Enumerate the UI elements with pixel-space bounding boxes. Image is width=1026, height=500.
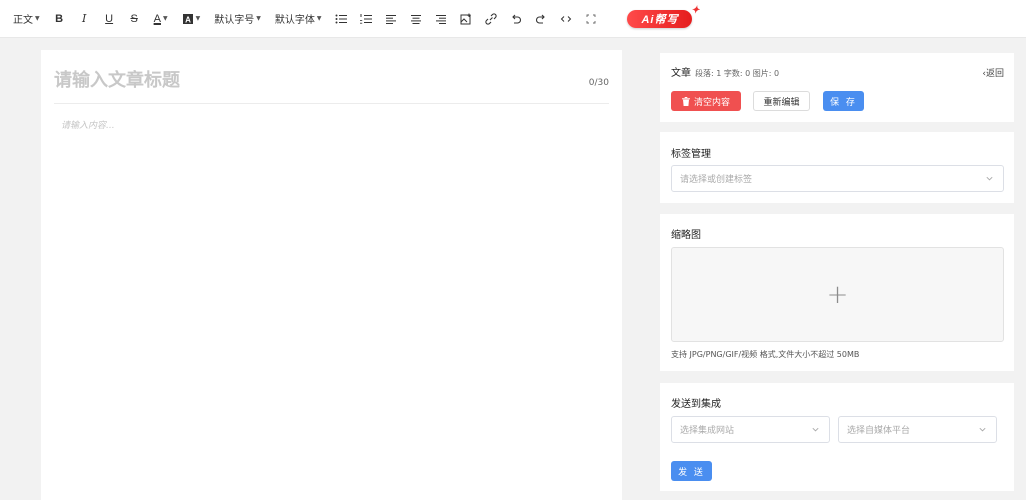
bullet-list-icon — [335, 14, 347, 23]
underline-button[interactable]: U — [97, 8, 122, 30]
strikethrough-button[interactable]: S — [122, 8, 147, 30]
bold-icon: B — [55, 12, 64, 25]
background-color-icon: A — [182, 13, 193, 24]
strikethrough-icon: S — [130, 12, 138, 25]
caret-down-icon: ▼ — [162, 15, 168, 22]
redo-button[interactable] — [528, 8, 553, 30]
undo-button[interactable] — [503, 8, 528, 30]
ai-write-button[interactable]: Ai帮写 ✦ — [627, 5, 699, 28]
insert-image-button[interactable] — [453, 8, 478, 30]
plus-icon: + — [826, 279, 849, 310]
media-platform-select[interactable]: 选择自媒体平台 — [838, 416, 997, 443]
send-button[interactable]: 发 送 — [671, 461, 712, 481]
clear-content-button[interactable]: 清空内容 — [671, 91, 741, 111]
article-title-input[interactable] — [54, 70, 554, 91]
align-center-button[interactable] — [403, 8, 428, 30]
send-panel: 发送到集成 选择集成网站 选择自媒体平台 发 送 — [660, 383, 1014, 491]
italic-button[interactable]: I — [72, 8, 97, 30]
upload-hint: 支持 JPG/PNG/GIF/视频 格式,文件大小不超过 50MB — [671, 350, 860, 359]
insert-link-button[interactable] — [478, 8, 503, 30]
chevron-down-icon — [812, 427, 819, 432]
sparkle-icon: ✦ — [691, 4, 701, 16]
back-label: 返回 — [985, 69, 1004, 79]
chevron-down-icon — [986, 176, 993, 181]
font-size-dropdown[interactable]: 默认字号 ▼ — [207, 8, 268, 30]
caret-down-icon: ▼ — [256, 15, 261, 22]
thumbnail-panel-title: 缩略图 — [671, 230, 701, 241]
image-icon — [460, 13, 471, 24]
caret-down-icon: ▼ — [195, 15, 201, 22]
thumbnail-upload-area[interactable]: + — [671, 247, 1004, 342]
thumbnail-panel: 缩略图 + 支持 JPG/PNG/GIF/视频 格式,文件大小不超过 50MB — [660, 214, 1014, 371]
paragraph-format-label: 正文 — [13, 15, 33, 26]
font-family-label: 默认字体 — [274, 15, 315, 26]
integration-site-placeholder: 选择集成网站 — [680, 426, 735, 436]
article-panel: 文章 段落: 1 字数: 0 图片: 0 ‹返回 清空内容 重新编辑 保 存 — [660, 53, 1014, 122]
font-color-dropdown[interactable]: A ▼ — [147, 8, 175, 30]
svg-text:A: A — [185, 15, 191, 24]
article-stats: 段落: 1 字数: 0 图片: 0 — [695, 69, 780, 78]
align-right-icon — [435, 14, 446, 24]
align-left-icon — [385, 14, 396, 24]
bullet-list-button[interactable] — [328, 8, 353, 30]
media-platform-placeholder: 选择自媒体平台 — [847, 426, 911, 436]
paragraph-format-dropdown[interactable]: 正文 ▼ — [6, 8, 47, 30]
fullscreen-icon — [586, 14, 596, 23]
title-row: 0/30 — [54, 68, 609, 104]
article-panel-title: 文章 — [671, 68, 691, 79]
article-editor: 0/30 请输入内容... — [41, 50, 622, 500]
tags-panel: 标签管理 请选择或创建标签 — [660, 132, 1014, 203]
caret-down-icon: ▼ — [316, 15, 322, 22]
trash-icon — [681, 96, 690, 106]
align-left-button[interactable] — [378, 8, 403, 30]
numbered-list-button[interactable] — [353, 8, 378, 30]
tags-panel-title: 标签管理 — [671, 149, 711, 160]
font-color-icon: A — [153, 12, 161, 25]
align-right-button[interactable] — [428, 8, 453, 30]
article-panel-header: 文章 段落: 1 字数: 0 图片: 0 — [671, 64, 779, 79]
tag-select-placeholder: 请选择或创建标签 — [680, 175, 753, 185]
caret-down-icon: ▼ — [35, 15, 40, 22]
chevron-down-icon — [979, 427, 986, 432]
title-char-count: 0/30 — [588, 78, 609, 88]
re-edit-button[interactable]: 重新编辑 — [753, 91, 810, 111]
code-view-button[interactable] — [553, 8, 578, 30]
code-icon — [560, 15, 572, 22]
numbered-list-icon — [359, 13, 372, 24]
align-center-icon — [410, 14, 421, 24]
tag-select[interactable]: 请选择或创建标签 — [671, 165, 1004, 192]
editor-toolbar: 正文 ▼ B I U S A ▼ A ▼ 默认字号 ▼ 默认字体 ▼ Ai帮写 ✦ — [0, 0, 1026, 38]
fullscreen-button[interactable] — [578, 8, 603, 30]
background-color-dropdown[interactable]: A ▼ — [175, 8, 208, 30]
bold-button[interactable]: B — [47, 8, 72, 30]
link-icon — [485, 12, 497, 25]
redo-icon — [535, 14, 545, 24]
font-size-label: 默认字号 — [214, 15, 255, 26]
send-panel-title: 发送到集成 — [671, 399, 721, 410]
undo-icon — [512, 14, 521, 24]
font-family-dropdown[interactable]: 默认字体 ▼ — [268, 8, 329, 30]
back-link[interactable]: ‹返回 — [982, 66, 1004, 79]
underline-icon: U — [105, 12, 114, 25]
save-button[interactable]: 保 存 — [823, 91, 864, 111]
clear-content-label: 清空内容 — [693, 97, 730, 108]
italic-icon: I — [81, 12, 87, 25]
ai-write-label: Ai帮写 — [641, 13, 679, 26]
integration-site-select[interactable]: 选择集成网站 — [671, 416, 830, 443]
content-placeholder[interactable]: 请输入内容... — [61, 118, 115, 131]
